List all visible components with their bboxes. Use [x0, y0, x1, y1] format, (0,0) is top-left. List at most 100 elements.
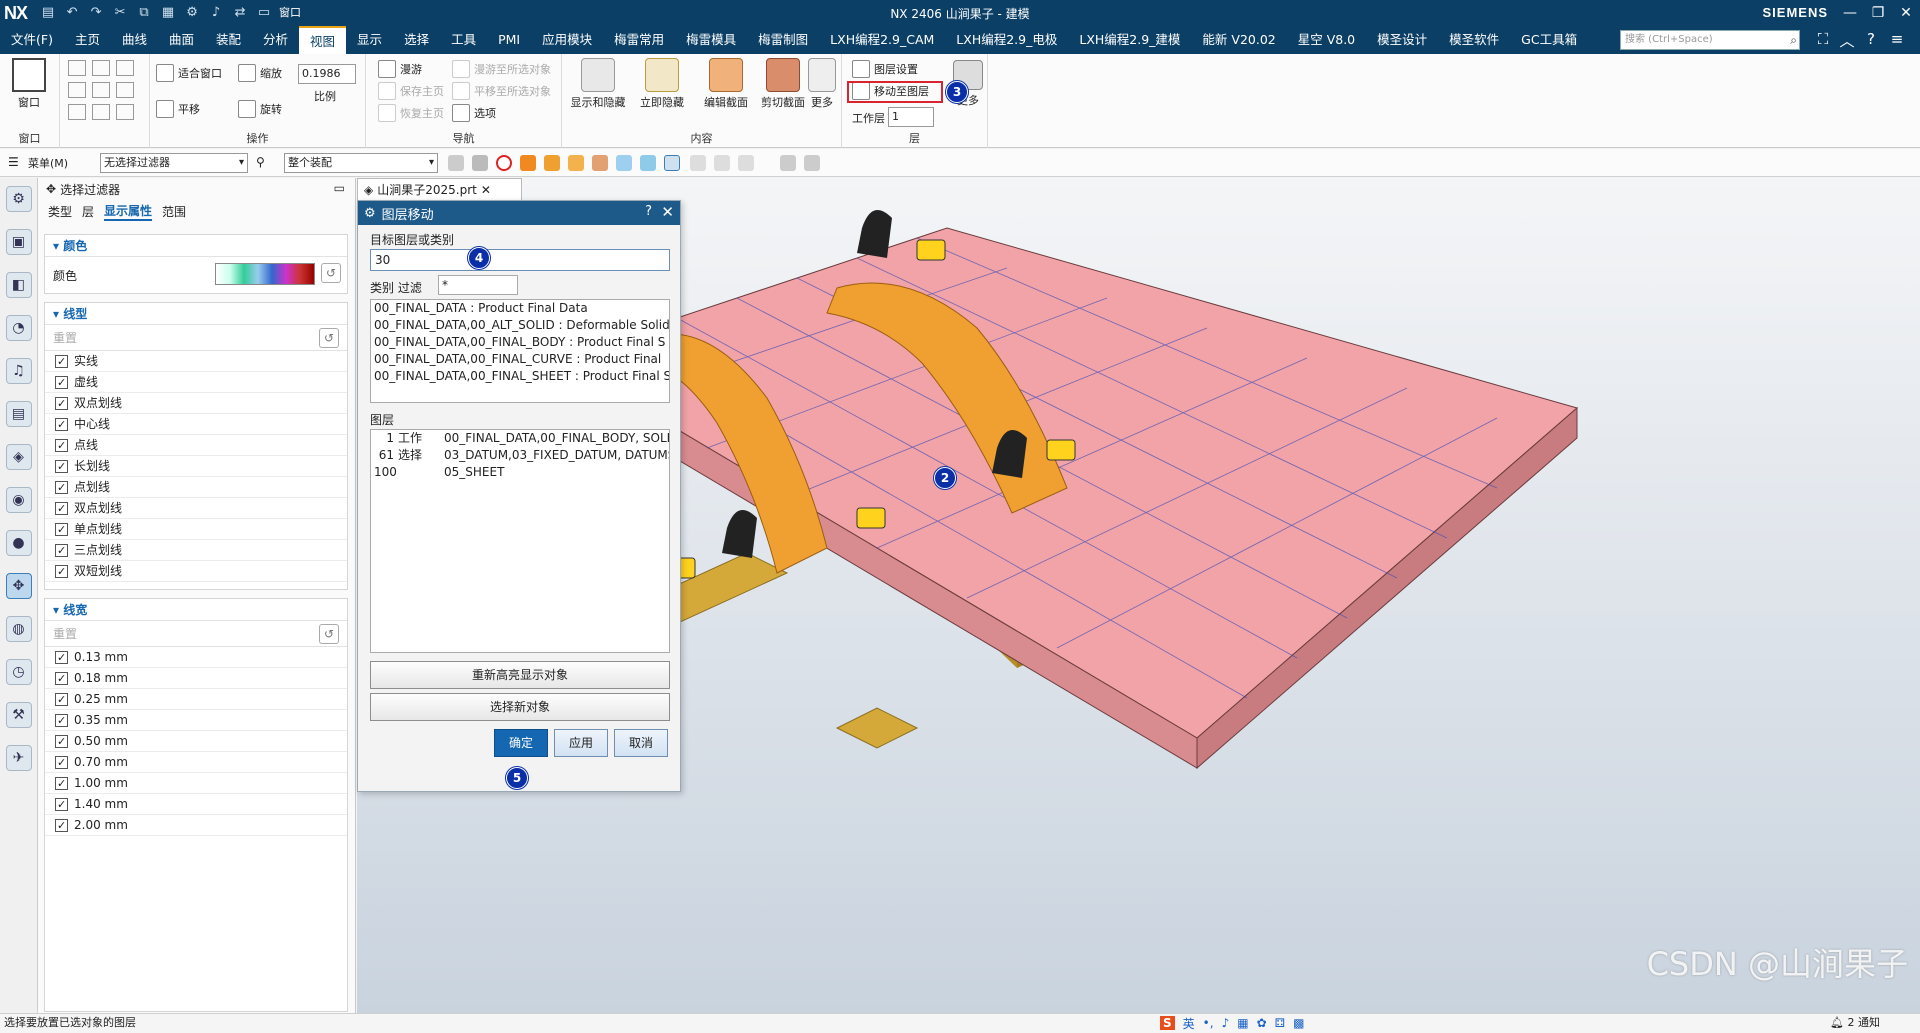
menu-item[interactable]: 选择 [393, 26, 440, 54]
filter-row[interactable]: 1.00 mm [45, 773, 347, 794]
reset-color-icon[interactable]: ↺ [321, 263, 341, 283]
pan-to-selected-button[interactable]: 平移至所选对象 [452, 82, 551, 100]
filter-row[interactable]: 0.50 mm [45, 731, 347, 752]
roam-to-selected-button[interactable]: 漫游至所选对象 [452, 60, 551, 78]
menu-item[interactable]: 分析 [252, 26, 299, 54]
menu-item[interactable]: 模圣软件 [1438, 26, 1510, 54]
history-icon[interactable]: ● [5, 530, 32, 556]
view-icon[interactable] [804, 155, 820, 171]
layer-settings-button[interactable]: 图层设置 [852, 60, 918, 78]
checkbox[interactable] [55, 477, 68, 498]
hd3d-icon[interactable]: ◈ [5, 444, 32, 470]
menu-item[interactable]: 梅雷常用 [603, 26, 675, 54]
skin-icon[interactable]: ✿ [1257, 1016, 1267, 1030]
type-filter-select[interactable]: 无选择过滤器 [100, 153, 248, 173]
instant-hide-button[interactable]: 立即隐藏 [630, 58, 694, 110]
pan-button[interactable]: 平移 [156, 100, 200, 118]
punctuation-icon[interactable]: •, [1203, 1016, 1214, 1030]
filter-row[interactable]: 0.18 mm [45, 668, 347, 689]
snap-point-icon[interactable] [690, 155, 706, 171]
panel-tab[interactable]: 显示属性 [104, 202, 153, 221]
settings-icon[interactable]: ⚙ [5, 186, 32, 212]
menu-item[interactable]: LXH编程2.9_CAM [819, 26, 945, 54]
layer-item[interactable]: 1 工作 00_FINAL_DATA,00_FINAL_BODY, SOLIDS [371, 430, 669, 447]
menu-item[interactable]: LXH编程2.9_建模 [1068, 26, 1191, 54]
scale-input[interactable]: 0.1986 [298, 64, 356, 84]
menu-item[interactable]: 曲线 [111, 26, 158, 54]
snap-icon[interactable] [448, 155, 464, 171]
layout-icon[interactable] [68, 104, 86, 120]
target-layer-input[interactable]: 30 [370, 249, 670, 271]
category-item[interactable]: 00_FINAL_DATA,00_ALT_SOLID : Deformable … [371, 317, 669, 334]
color-swatch[interactable] [215, 263, 315, 285]
checkbox[interactable] [55, 815, 68, 836]
checkbox[interactable] [55, 456, 68, 477]
document-tab[interactable]: ◈ 山涧果子2025.prt ✕ [357, 178, 522, 200]
fullscreen-icon[interactable]: ⛶ [1812, 30, 1834, 48]
filter-row[interactable]: 0.25 mm [45, 689, 347, 710]
filter-row[interactable]: 0.13 mm [45, 647, 347, 668]
checkbox[interactable] [55, 498, 68, 519]
menu-item[interactable]: 梅雷制图 [747, 26, 819, 54]
layout-icon[interactable] [116, 60, 134, 76]
filter-row[interactable]: 点划线 [45, 477, 347, 498]
feature-filter-icon[interactable] [592, 155, 608, 171]
menu-icon[interactable]: ☰ [8, 155, 19, 169]
category-list[interactable]: 00_FINAL_DATA : Product Final Data 00_FIN… [370, 299, 670, 403]
menu-more-icon[interactable]: ≡ [1886, 30, 1908, 48]
keyboard-icon[interactable]: ▦ [1237, 1016, 1248, 1030]
menu-item[interactable]: LXH编程2.9_电极 [945, 26, 1068, 54]
reuse-library-icon[interactable]: ▤ [5, 401, 32, 427]
rehighlight-button[interactable]: 重新高亮显示对象 [370, 661, 670, 689]
menu-item[interactable]: 工具 [440, 26, 487, 54]
search-icon[interactable]: ⌕ [1790, 31, 1797, 49]
stop-icon[interactable] [496, 155, 512, 171]
linetype-header[interactable]: ▾ 线型 [45, 303, 347, 325]
checkbox[interactable] [55, 773, 68, 794]
curve-filter-icon[interactable] [616, 155, 632, 171]
command-search-input[interactable]: 搜索 (Ctrl+Space) ⌕ [1620, 30, 1800, 50]
checkbox[interactable] [55, 710, 68, 731]
point-filter-icon[interactable] [640, 155, 656, 171]
window-icon[interactable]: ▭ [255, 4, 273, 22]
layout-icon[interactable] [116, 104, 134, 120]
apps-icon[interactable]: ▩ [1293, 1016, 1304, 1030]
menu-item[interactable]: 应用模块 [531, 26, 603, 54]
lxh-icon[interactable]: ✈ [5, 745, 32, 771]
menu-item[interactable]: 显示 [346, 26, 393, 54]
filter-row[interactable]: 2.00 mm [45, 815, 347, 836]
category-item[interactable]: 00_FINAL_DATA : Product Final Data [371, 300, 669, 317]
maximize-icon[interactable]: ▭ [334, 181, 345, 195]
select-new-objects-button[interactable]: 选择新对象 [370, 693, 670, 721]
clip-section-button[interactable]: 剪切截面 [758, 58, 808, 110]
filter-row[interactable]: 实线 [45, 351, 347, 372]
category-item[interactable]: 00_FINAL_DATA,00_FINAL_CURVE : Product F… [371, 351, 669, 368]
close-icon[interactable]: ✕ [661, 203, 674, 221]
mic-icon[interactable]: ♪ [1222, 1016, 1230, 1030]
menu-item[interactable]: 主页 [64, 26, 111, 54]
menu-item[interactable]: 能新 V20.02 [1191, 26, 1286, 54]
filter-row[interactable]: 双点划线 [45, 393, 347, 414]
menu-item[interactable]: 文件(F) [0, 26, 64, 54]
reset-linewidth-icon[interactable]: ↺ [319, 624, 339, 644]
menu-item[interactable]: 装配 [205, 26, 252, 54]
checkbox[interactable] [55, 752, 68, 773]
restore-icon[interactable]: ❐ [1864, 0, 1892, 26]
checkbox[interactable] [55, 519, 68, 540]
layer-list[interactable]: 1 工作 00_FINAL_DATA,00_FINAL_BODY, SOLIDS 61… [370, 429, 670, 653]
filter-row[interactable]: 1.40 mm [45, 794, 347, 815]
snap-point-icon[interactable] [738, 155, 754, 171]
panel-tab[interactable]: 范围 [162, 203, 186, 220]
assembly-navigator-icon[interactable]: ◧ [5, 272, 32, 298]
checkbox[interactable] [55, 731, 68, 752]
snap-point-icon[interactable] [714, 155, 730, 171]
filter-row[interactable]: 三点划线 [45, 540, 347, 561]
ok-button[interactable]: 确定 [494, 729, 548, 757]
layer-item[interactable]: 61 选择 03_DATUM,03_FIXED_DATUM, DATUMS [371, 447, 669, 464]
clock-icon[interactable]: ◷ [5, 659, 32, 685]
save-icon[interactable]: ▤ [39, 4, 57, 22]
face-filter-icon[interactable] [544, 155, 560, 171]
filter-row[interactable]: 双短划线 [45, 561, 347, 582]
checkbox[interactable] [55, 435, 68, 456]
window-menu-label[interactable]: 窗口 [279, 4, 301, 22]
